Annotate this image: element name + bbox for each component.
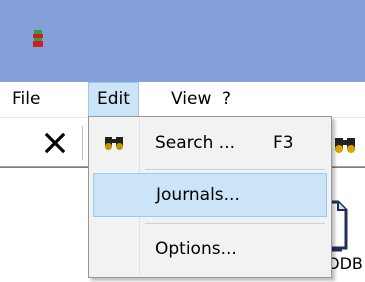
app-window: File Edit View ? ODB Search ... F3 Journ…	[0, 0, 365, 282]
menu-edit[interactable]: Edit	[88, 82, 139, 117]
menu-item-label: Journals...	[156, 185, 240, 205]
app-icon	[33, 30, 43, 47]
menu-item-search[interactable]: Search ... F3	[93, 121, 327, 165]
menu-item-label: Search ...	[155, 133, 236, 153]
menu-bar: File Edit View ?	[0, 82, 365, 118]
close-icon[interactable]	[40, 128, 70, 158]
menu-item-label: Options...	[155, 239, 237, 259]
menu-separator	[145, 223, 325, 224]
menu-file[interactable]: File	[4, 82, 48, 117]
menu-separator	[145, 169, 325, 170]
binoculars-icon	[105, 137, 123, 150]
title-bar[interactable]	[0, 0, 365, 82]
toolbar-separator	[82, 126, 83, 160]
menu-item-shortcut: F3	[273, 133, 294, 153]
menu-item-journals[interactable]: Journals...	[93, 173, 327, 217]
menu-view[interactable]: View	[163, 82, 219, 117]
menu-help[interactable]: ?	[214, 82, 239, 117]
binoculars-icon[interactable]	[330, 128, 360, 158]
file-label[interactable]: ODB	[327, 254, 365, 273]
menu-item-options[interactable]: Options...	[93, 227, 327, 271]
edit-dropdown-menu: Search ... F3 Journals... Options...	[88, 116, 332, 278]
